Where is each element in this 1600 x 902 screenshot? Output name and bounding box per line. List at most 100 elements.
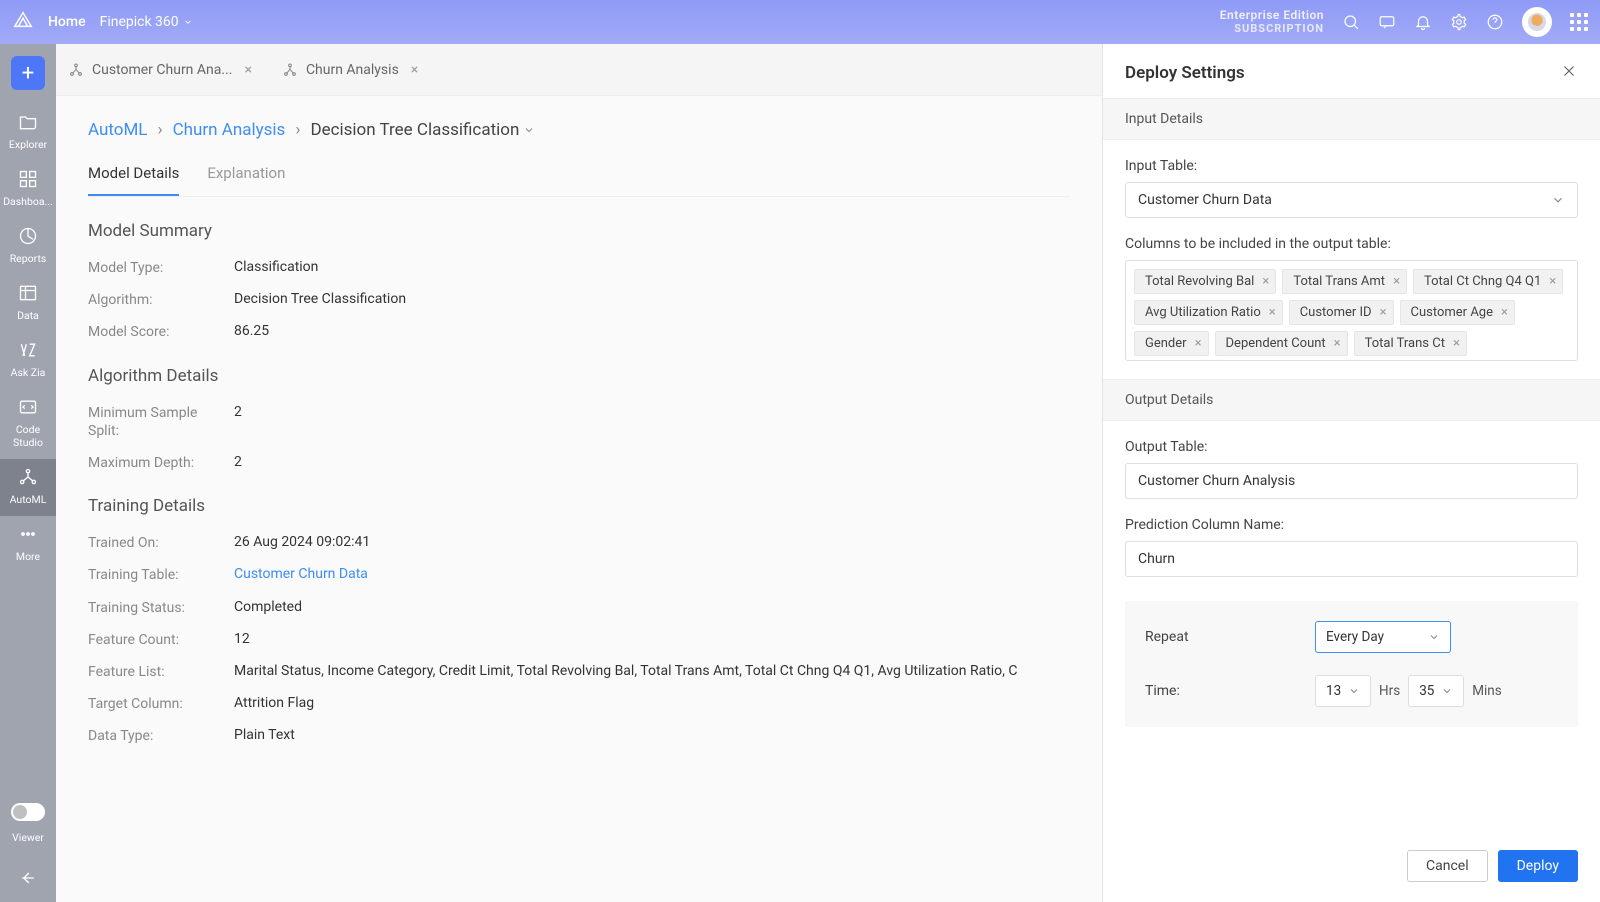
chip-remove-icon[interactable]: × bbox=[1380, 305, 1387, 320]
sidebar-item-label: Explorer bbox=[9, 138, 47, 151]
chip-remove-icon[interactable]: × bbox=[1334, 336, 1341, 351]
label-trained-on: Trained On: bbox=[88, 534, 234, 552]
breadcrumb-churn-analysis[interactable]: Churn Analysis bbox=[173, 120, 286, 140]
repeat-select[interactable]: Every Day bbox=[1315, 621, 1451, 653]
time-mins-value: 35 bbox=[1419, 683, 1434, 699]
chip-label: Total Trans Amt bbox=[1293, 274, 1385, 289]
chip-label: Dependent Count bbox=[1226, 336, 1326, 351]
time-mins-select[interactable]: 35 bbox=[1408, 675, 1464, 707]
viewer-toggle[interactable]: Viewer bbox=[0, 795, 56, 854]
time-hrs-select[interactable]: 13 bbox=[1315, 675, 1371, 707]
chip-remove-icon[interactable]: × bbox=[1501, 305, 1508, 320]
schedule-box: Repeat Every Day Time: 13 Hrs 35 bbox=[1125, 601, 1578, 727]
value-training-table[interactable]: Customer Churn Data bbox=[234, 566, 368, 584]
tab-churn-analysis[interactable]: Churn Analysis × bbox=[282, 62, 418, 78]
subtab-model-details[interactable]: Model Details bbox=[88, 164, 179, 196]
subtabs: Model Details Explanation bbox=[88, 164, 1070, 197]
chip-label: Gender bbox=[1145, 336, 1187, 351]
output-details-body: Output Table: Prediction Column Name: bbox=[1103, 421, 1600, 595]
value-min-split: 2 bbox=[234, 404, 242, 440]
label-columns: Columns to be included in the output tab… bbox=[1125, 236, 1578, 252]
chip-remove-icon[interactable]: × bbox=[1262, 274, 1269, 289]
breadcrumb-leaf-label: Decision Tree Classification bbox=[310, 120, 519, 140]
sidebar-item-automl[interactable]: AutoML bbox=[0, 459, 56, 516]
chip-remove-icon[interactable]: × bbox=[1269, 305, 1276, 320]
chip-remove-icon[interactable]: × bbox=[1195, 336, 1202, 351]
chat-icon[interactable] bbox=[1378, 13, 1396, 31]
chip-remove-icon[interactable]: × bbox=[1549, 274, 1556, 289]
column-chip: Total Trans Ct × bbox=[1354, 331, 1467, 356]
repeat-value: Every Day bbox=[1326, 629, 1384, 645]
workspace-dropdown[interactable]: Finepick 360 bbox=[100, 14, 193, 30]
value-data-type: Plain Text bbox=[234, 727, 295, 745]
edition-title: Enterprise Edition bbox=[1220, 9, 1324, 23]
chip-remove-icon[interactable]: × bbox=[1453, 336, 1460, 351]
edition-badge: Enterprise Edition SUBSCRIPTION bbox=[1220, 9, 1324, 35]
sidebar-item-label: More bbox=[16, 550, 40, 563]
chip-remove-icon[interactable]: × bbox=[1393, 274, 1400, 289]
tab-label: Customer Churn Ana... bbox=[92, 62, 232, 78]
topbar-left: Home Finepick 360 bbox=[12, 9, 193, 35]
column-chip: Total Ct Chng Q4 Q1× bbox=[1413, 269, 1563, 294]
output-table-input[interactable] bbox=[1125, 463, 1578, 499]
sidebar-item-explorer[interactable]: Explorer bbox=[0, 104, 56, 161]
add-button[interactable]: + bbox=[11, 56, 45, 90]
column-chip: Total Revolving Bal × bbox=[1134, 269, 1276, 294]
viewer-label: Viewer bbox=[12, 831, 44, 844]
section-model-summary: Model Summary bbox=[88, 221, 1070, 241]
label-training-status: Training Status: bbox=[88, 599, 234, 617]
cancel-button[interactable]: Cancel bbox=[1407, 850, 1488, 882]
value-algorithm: Decision Tree Classification bbox=[234, 291, 406, 309]
sidebar-item-reports[interactable]: Reports bbox=[0, 218, 56, 275]
close-icon[interactable]: × bbox=[411, 62, 418, 78]
close-icon[interactable]: × bbox=[244, 62, 251, 78]
sidebar-item-data[interactable]: Data bbox=[0, 275, 56, 332]
home-link[interactable]: Home bbox=[48, 14, 86, 30]
sidebar-item-label: Ask Zia bbox=[11, 366, 46, 379]
topbar-right: Enterprise Edition SUBSCRIPTION bbox=[1220, 7, 1588, 37]
columns-chips[interactable]: Total Revolving Bal×Total Trans Amt×Tota… bbox=[1125, 260, 1578, 361]
sidebar-item-label: Dashboa... bbox=[3, 195, 53, 208]
chip-label: Customer Age bbox=[1411, 305, 1493, 320]
collapse-sidebar-button[interactable] bbox=[0, 854, 56, 902]
input-table-value: Customer Churn Data bbox=[1138, 192, 1272, 208]
input-table-select[interactable]: Customer Churn Data bbox=[1125, 182, 1578, 218]
section-algorithm-details: Algorithm Details bbox=[88, 366, 1070, 386]
chip-label: Total Revolving Bal bbox=[1145, 274, 1254, 289]
value-target-column: Attrition Flag bbox=[234, 695, 314, 713]
sidebar-item-label: Data bbox=[17, 309, 39, 322]
subtab-explanation[interactable]: Explanation bbox=[207, 164, 285, 196]
sidebar-item-code-studio[interactable]: Code Studio bbox=[0, 389, 56, 459]
panel-title: Deploy Settings bbox=[1125, 63, 1245, 83]
apps-grid-icon[interactable] bbox=[1570, 13, 1588, 31]
tab-customer-churn-analysis[interactable]: Customer Churn Ana... × bbox=[68, 62, 252, 78]
label-prediction-column: Prediction Column Name: bbox=[1125, 517, 1578, 533]
deploy-settings-panel: Deploy Settings Input Details Input Tabl… bbox=[1102, 44, 1600, 902]
deploy-button[interactable]: Deploy bbox=[1498, 850, 1578, 882]
search-icon[interactable] bbox=[1342, 13, 1360, 31]
label-model-type: Model Type: bbox=[88, 259, 234, 277]
label-output-table: Output Table: bbox=[1125, 439, 1578, 455]
panel-footer: Cancel Deploy bbox=[1103, 834, 1600, 902]
bell-icon[interactable] bbox=[1414, 13, 1432, 31]
main-area: Customer Churn Ana... × Churn Analysis ×… bbox=[56, 44, 1102, 902]
column-chip: Total Trans Amt × bbox=[1282, 269, 1407, 294]
sidebar-item-ask-zia[interactable]: Ask Zia bbox=[0, 332, 56, 389]
close-icon[interactable] bbox=[1560, 62, 1578, 84]
chevron-down-icon bbox=[1348, 685, 1360, 697]
avatar[interactable] bbox=[1522, 7, 1552, 37]
breadcrumb-current[interactable]: Decision Tree Classification bbox=[310, 120, 535, 140]
prediction-column-input[interactable] bbox=[1125, 541, 1578, 577]
breadcrumb-automl[interactable]: AutoML bbox=[88, 120, 147, 140]
value-max-depth: 2 bbox=[234, 454, 242, 472]
section-input-details: Input Details bbox=[1103, 98, 1600, 140]
topbar: Home Finepick 360 Enterprise Edition SUB… bbox=[0, 0, 1600, 44]
column-chip: Dependent Count × bbox=[1215, 331, 1348, 356]
value-trained-on: 26 Aug 2024 09:02:41 bbox=[234, 534, 370, 552]
gear-icon[interactable] bbox=[1450, 13, 1468, 31]
sidebar-item-dashboards[interactable]: Dashboa... bbox=[0, 161, 56, 218]
help-icon[interactable] bbox=[1486, 13, 1504, 31]
avatar-image bbox=[1528, 13, 1546, 31]
chip-label: Total Trans Ct bbox=[1365, 336, 1445, 351]
sidebar-item-more[interactable]: More bbox=[0, 516, 56, 573]
